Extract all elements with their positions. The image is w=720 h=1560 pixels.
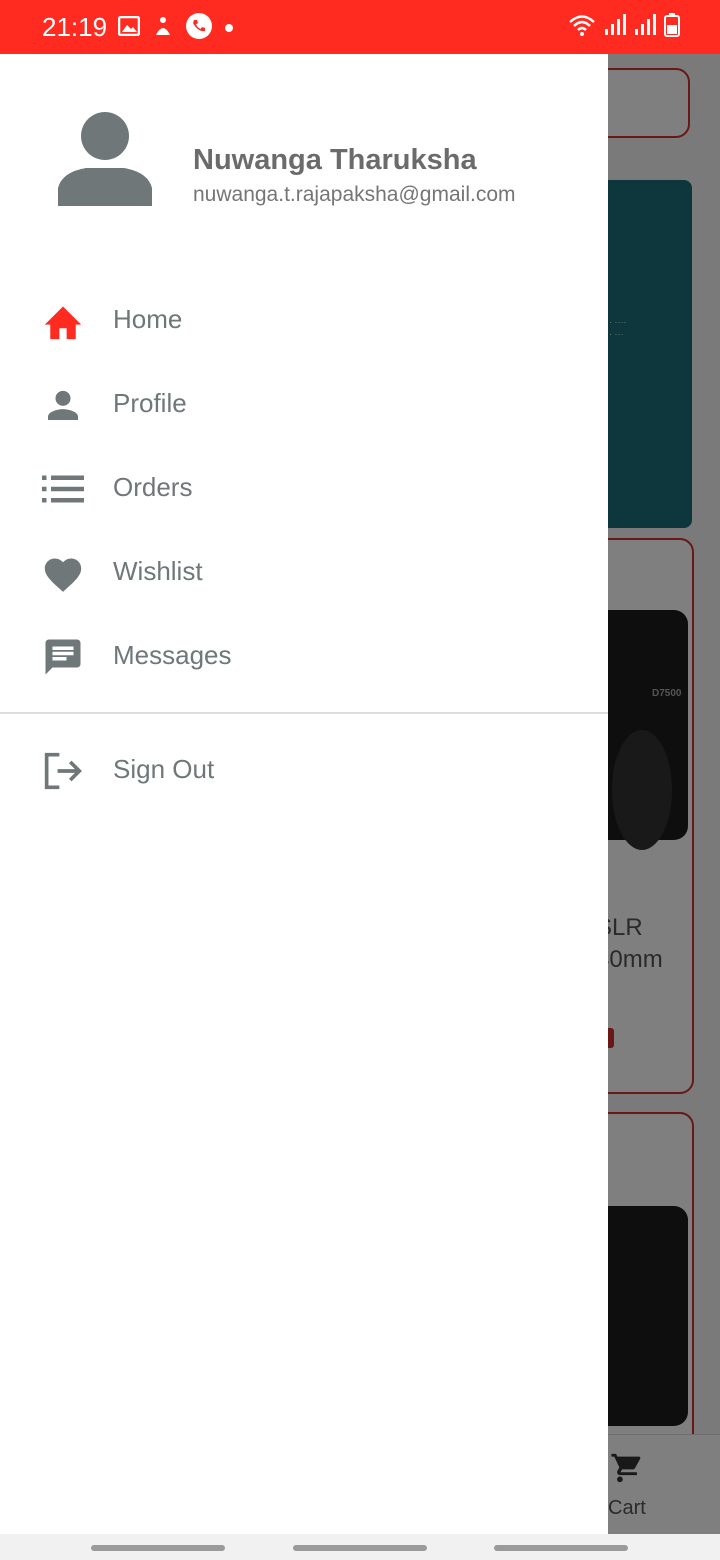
logout-icon xyxy=(40,748,86,794)
user-email: nuwanga.t.rajapaksha@gmail.com xyxy=(193,183,516,206)
signal-icon-2 xyxy=(634,13,656,42)
menu-label: Profile xyxy=(113,388,187,418)
menu-item-orders[interactable]: Orders xyxy=(0,446,608,530)
system-nav-bar xyxy=(0,1534,720,1560)
divider xyxy=(0,712,608,714)
menu-label: Messages xyxy=(113,640,232,670)
menu-item-messages[interactable]: Messages xyxy=(0,614,608,698)
home-icon xyxy=(40,298,86,344)
battery-icon xyxy=(664,13,680,42)
menu-label: Orders xyxy=(113,472,193,502)
user-name: Nuwanga Tharuksha xyxy=(193,144,477,176)
menu-label: Sign Out xyxy=(113,754,215,784)
menu-item-wishlist[interactable]: Wishlist xyxy=(0,530,608,614)
menu-item-profile[interactable]: Profile xyxy=(0,362,608,446)
message-icon xyxy=(40,634,86,680)
nav-home-button[interactable] xyxy=(293,1545,427,1551)
image-icon xyxy=(117,15,141,41)
nav-back-button[interactable] xyxy=(494,1545,628,1551)
menu-label: Home xyxy=(113,304,183,334)
menu-item-sign-out[interactable]: Sign Out xyxy=(0,728,608,812)
avatar[interactable] xyxy=(56,112,154,210)
status-bar: 21:19 xyxy=(0,0,720,54)
menu-label: Wishlist xyxy=(113,556,203,586)
phone-icon xyxy=(186,13,212,44)
list-icon xyxy=(40,466,86,512)
status-icons-right xyxy=(568,13,680,42)
wifi-icon xyxy=(568,13,596,42)
navigation-drawer: Nuwanga Tharuksha nuwanga.t.rajapaksha@g… xyxy=(0,54,608,1534)
heart-icon xyxy=(40,550,86,596)
nav-recents-button[interactable] xyxy=(91,1545,225,1551)
signal-icon xyxy=(604,13,626,42)
app-notification-icon xyxy=(152,15,174,42)
person-icon xyxy=(40,382,86,428)
dot-icon xyxy=(224,20,234,38)
menu-item-home[interactable]: Home xyxy=(0,278,608,362)
status-time: 21:19 xyxy=(42,12,108,42)
status-icons-left xyxy=(117,13,234,44)
